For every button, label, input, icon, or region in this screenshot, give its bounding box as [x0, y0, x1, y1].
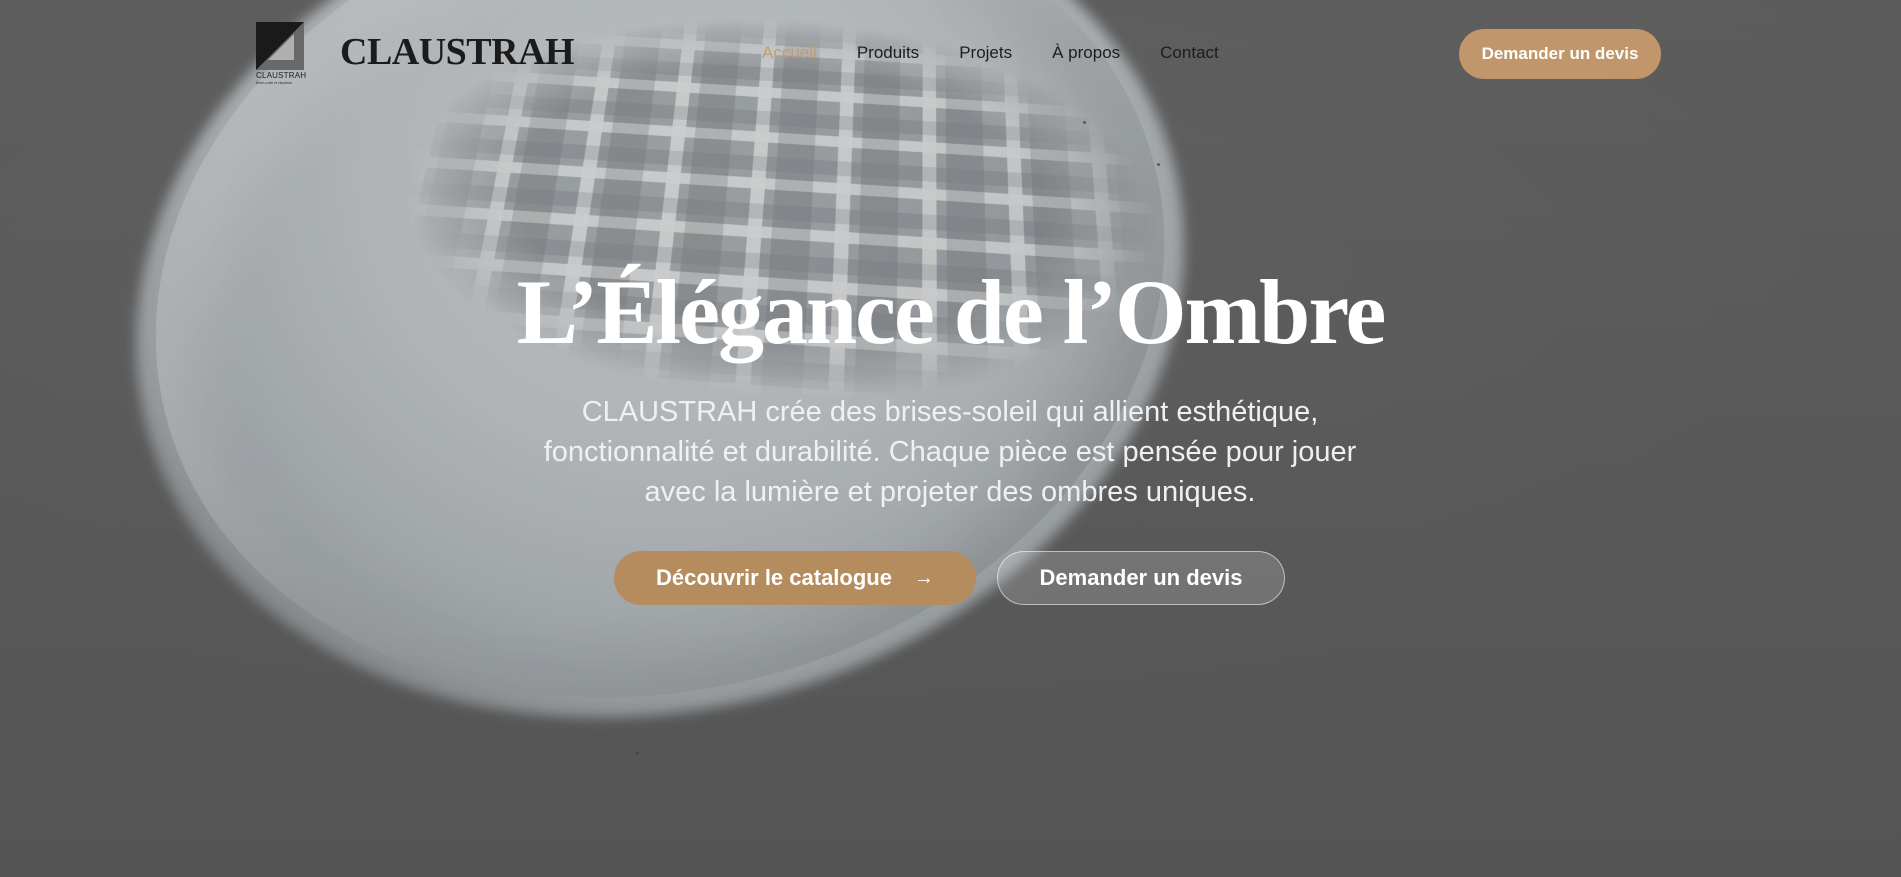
header-quote-button[interactable]: Demander un devis [1459, 29, 1661, 79]
nav-item-contact[interactable]: Contact [1160, 43, 1219, 63]
logo-small-text: CLAUSTRAH [256, 71, 307, 80]
site-header: CLAUSTRAH Brise-soleil et claustras CLAU… [0, 0, 1901, 110]
main-nav: Accueil Produits Projets À propos Contac… [762, 43, 1219, 63]
hero-quote-button-label: Demander un devis [1039, 565, 1243, 590]
nav-item-accueil[interactable]: Accueil [762, 43, 817, 63]
arrow-right-icon: → [913, 566, 934, 589]
claustrah-logo-icon[interactable]: CLAUSTRAH Brise-soleil et claustras [256, 22, 306, 86]
catalogue-button-label: Découvrir le catalogue [656, 565, 892, 590]
hero-quote-button[interactable]: Demander un devis [997, 551, 1285, 605]
logo-tagline: Brise-soleil et claustras [256, 81, 292, 85]
logo-triangle-light [268, 34, 294, 60]
background-speck [1157, 163, 1160, 166]
background-speck [1083, 121, 1086, 124]
hero-section: CLAUSTRAH Brise-soleil et claustras CLAU… [0, 0, 1901, 877]
hero-subtitle: CLAUSTRAH crée des brises-soleil qui all… [543, 396, 1357, 508]
catalogue-button[interactable]: Découvrir le catalogue → [614, 551, 976, 605]
hero-title: L’Élégance de l’Ombre [516, 261, 1387, 363]
background-speck [636, 752, 639, 755]
logo-square [256, 22, 304, 70]
nav-item-produits[interactable]: Produits [857, 43, 919, 63]
nav-item-projets[interactable]: Projets [959, 43, 1012, 63]
brand-name[interactable]: CLAUSTRAH [340, 30, 575, 74]
nav-item-a-propos[interactable]: À propos [1052, 43, 1120, 63]
